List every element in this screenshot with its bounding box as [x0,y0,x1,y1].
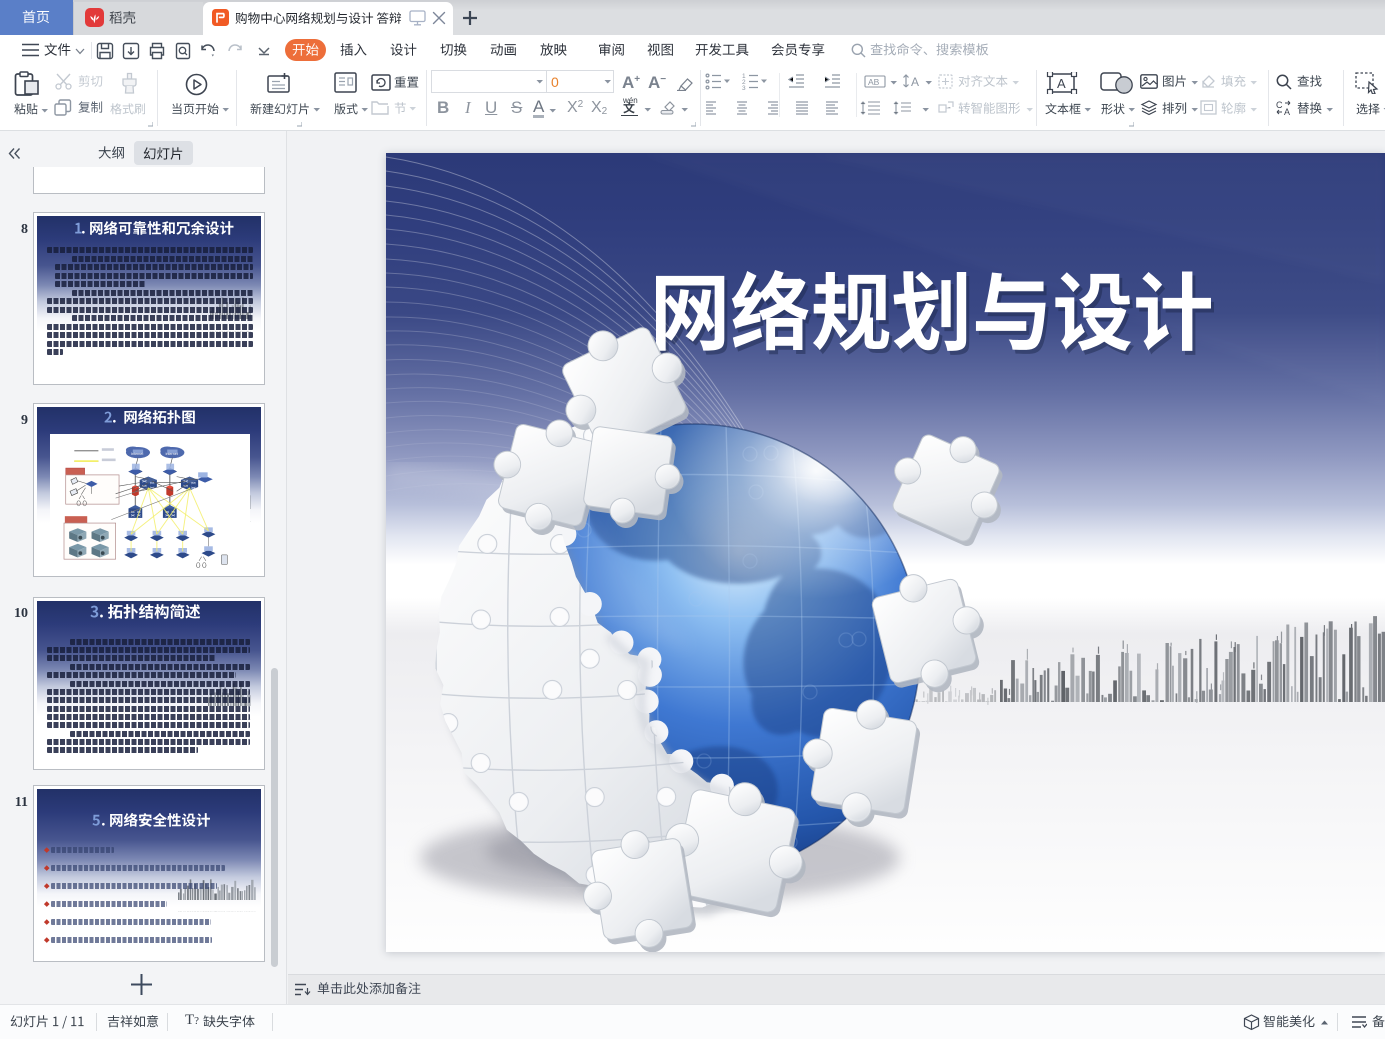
svg-text:3: 3 [742,85,746,90]
svg-text:A: A [911,75,919,89]
svg-text:A: A [1057,76,1066,91]
svg-text:Internet: Internet [165,452,177,456]
svg-text:A: A [1284,107,1290,116]
svg-text:AB: AB [868,77,880,87]
svg-text:C: C [1276,100,1283,110]
svg-text:Internet: Internet [131,452,143,456]
